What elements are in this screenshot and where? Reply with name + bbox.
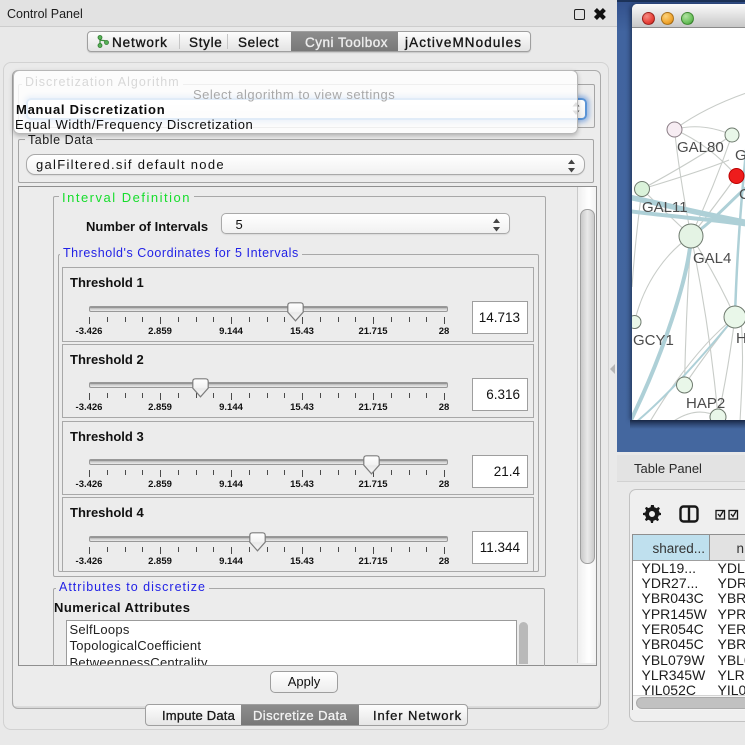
svg-text:HAP2: HAP2	[686, 395, 725, 412]
svg-text:GAL80: GAL80	[677, 139, 724, 156]
svg-text:GCY1: GCY1	[633, 332, 674, 349]
svg-text:C: C	[739, 186, 745, 203]
svg-text:H: H	[736, 330, 745, 347]
svg-text:GA: GA	[735, 147, 745, 164]
svg-text:GAL4: GAL4	[693, 250, 731, 267]
svg-text:GAL11: GAL11	[642, 199, 688, 216]
